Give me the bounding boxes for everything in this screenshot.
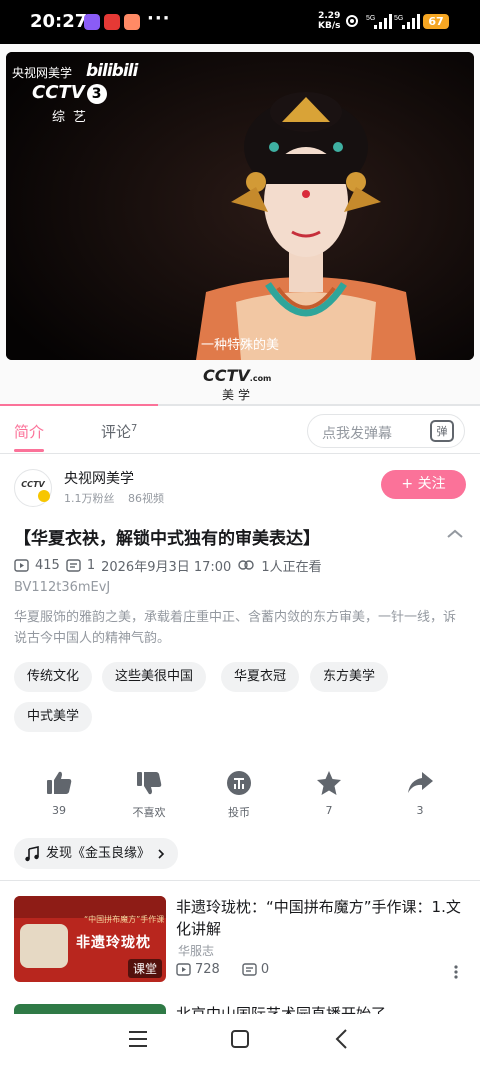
tab-bar: 简介 评论7 点我发弹幕 弹 xyxy=(0,406,480,454)
tag-chip[interactable]: 中式美学 xyxy=(14,702,93,732)
related-video-author: 华服志 xyxy=(178,944,215,958)
danmaku-count-icon xyxy=(242,963,257,976)
danmaku-count: 1 xyxy=(86,558,96,573)
video-player-area[interactable]: 央视网美学 bilibili CCTV 3 综艺 一种特殊的美 CCTV.com … xyxy=(0,44,480,406)
danmaku-placeholder: 点我发弹幕 xyxy=(322,426,392,442)
dislike-button[interactable]: 不喜欢 xyxy=(119,770,179,820)
uploader-row: CCTV 央视网美学 1.1万粉丝 86视频 + 关注 xyxy=(0,455,480,515)
related-danmaku-count: 0 xyxy=(260,962,270,977)
tab-comments[interactable]: 评论7 xyxy=(101,421,137,442)
danmaku-toggle-icon[interactable]: 弹 xyxy=(430,420,454,442)
video-subtitle: 一种特殊的美 xyxy=(200,338,279,353)
coin-label: 投币 xyxy=(228,806,250,819)
tag-chip[interactable]: 华夏衣冠 xyxy=(221,662,300,692)
verified-badge-icon xyxy=(38,490,50,502)
favorite-count: 7 xyxy=(325,804,333,817)
signal-icon: 5G xyxy=(366,14,392,29)
music-discover-chip[interactable]: 发现《金玉良缘》 xyxy=(14,838,179,869)
tab-intro[interactable]: 简介 xyxy=(14,421,44,442)
active-tab-indicator xyxy=(14,449,44,452)
thumbs-down-icon xyxy=(137,772,162,795)
tag-chip[interactable]: 这些美很中国 xyxy=(102,662,207,692)
music-note-icon xyxy=(25,845,39,861)
watching-count: 1人正在看 xyxy=(261,560,322,575)
share-button[interactable]: 3 xyxy=(390,770,450,817)
channel-label: 综艺 xyxy=(52,110,95,125)
danmaku-count-icon xyxy=(66,559,81,572)
chevron-up-icon[interactable] xyxy=(446,528,464,540)
notification-app-icon xyxy=(84,14,100,30)
chevron-right-icon xyxy=(158,848,165,859)
brand-name: 美学 xyxy=(222,388,255,402)
svg-text:5G: 5G xyxy=(366,15,375,22)
notification-app-icon xyxy=(104,14,120,30)
play-count-icon xyxy=(14,559,29,572)
network-speed: 2.29 KB/s xyxy=(318,11,341,31)
thumbnail-cube-image xyxy=(20,924,68,968)
coin-icon xyxy=(227,771,251,795)
video-meta: 415 1 2026年9月3日 17:00 1人正在看 xyxy=(14,556,322,575)
watermark-channel: 央视网美学 xyxy=(12,66,73,80)
uploader-videos: 86视频 xyxy=(128,492,164,505)
dislike-label: 不喜欢 xyxy=(132,806,166,819)
tag-chip[interactable]: 东方美学 xyxy=(310,662,389,692)
thumbnail-subtitle: “中国拼布魔方”手作课 xyxy=(84,915,165,924)
svg-text:5G: 5G xyxy=(394,15,403,22)
related-play-count: 728 xyxy=(195,962,220,977)
share-count: 3 xyxy=(416,804,424,817)
like-count: 39 xyxy=(52,804,66,817)
related-video-thumbnail[interactable] xyxy=(14,1004,166,1014)
play-count-icon xyxy=(176,963,191,976)
thumbnail-badge: 课堂 xyxy=(127,959,162,978)
related-video-thumbnail[interactable]: “中国拼布魔方”手作课 非遗玲珑枕 课堂 xyxy=(14,896,166,982)
hotspot-icon xyxy=(346,15,358,27)
brand-strip: CCTV.com 美学 xyxy=(0,360,480,406)
uploader-stats: 1.1万粉丝 86视频 xyxy=(64,490,174,506)
coin-button[interactable]: 投币 xyxy=(209,770,269,820)
more-options-icon[interactable] xyxy=(452,964,460,980)
bvid: BV112t36mEvJ xyxy=(14,580,111,595)
viewers-icon xyxy=(238,560,255,570)
system-nav-bar xyxy=(0,1014,480,1067)
star-icon xyxy=(317,771,341,795)
back-icon[interactable] xyxy=(334,1028,348,1050)
video-title: 【华夏衣袂，解锁中式独有的审美表达】 xyxy=(14,529,320,549)
related-video-title[interactable]: 非遗玲珑枕：“中国拼布魔方”手作课：1.文化讲解 xyxy=(176,896,466,940)
status-time: 20:27 xyxy=(30,11,88,32)
share-icon xyxy=(408,772,433,793)
danmaku-input[interactable]: 点我发弹幕 弹 xyxy=(307,414,465,448)
video-player[interactable]: 央视网美学 bilibili CCTV 3 综艺 一种特殊的美 xyxy=(6,52,474,360)
follow-button[interactable]: + 关注 xyxy=(381,470,466,499)
music-label: 发现《金玉良缘》 xyxy=(46,846,151,861)
section-divider xyxy=(0,880,480,881)
more-notifications-icon: ··· xyxy=(147,8,171,29)
like-button[interactable]: 39 xyxy=(29,770,89,817)
tag-chip[interactable]: 传统文化 xyxy=(14,662,93,692)
uploader-name[interactable]: 央视网美学 xyxy=(64,468,134,488)
favorite-button[interactable]: 7 xyxy=(299,770,359,817)
video-description: 华夏服饰的雅韵之美，承载着庄重中正、含蓄内敛的东方审美，一针一线，诉说古今中国人… xyxy=(14,610,457,646)
notification-app-icon xyxy=(124,14,140,30)
thumbs-up-icon xyxy=(47,771,72,794)
uploader-fans: 1.1万粉丝 xyxy=(64,492,115,505)
related-video-stats: 728 0 xyxy=(176,962,269,977)
signal-icon: 5G xyxy=(394,14,420,29)
battery-indicator: 67 xyxy=(423,14,449,29)
publish-date: 2026年9月3日 17:00 xyxy=(101,560,232,575)
channel-logo: CCTV 3 xyxy=(32,82,107,104)
thumbnail-title: 非遗玲珑枕 xyxy=(76,935,151,951)
bilibili-watermark: bilibili xyxy=(86,61,138,81)
status-bar: 20:27 ··· 2.29 KB/s 5G 5G 67 xyxy=(0,0,480,44)
cctv-logo: CCTV.com xyxy=(203,366,272,385)
play-count: 415 xyxy=(35,558,60,573)
home-icon[interactable] xyxy=(230,1029,250,1049)
menu-icon[interactable] xyxy=(128,1030,148,1048)
